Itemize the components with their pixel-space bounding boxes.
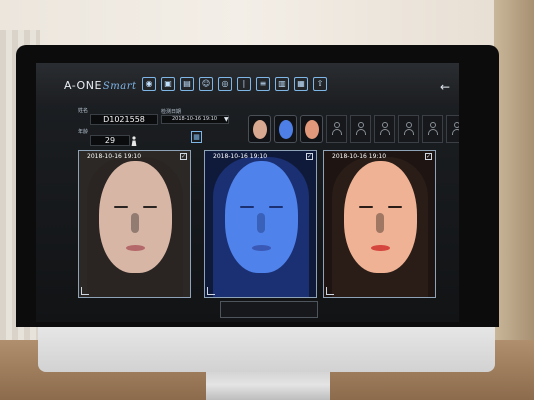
right-eye <box>388 206 402 208</box>
photo-panel-polarized[interactable]: 2018-10-16 19:10 ✓ <box>323 150 436 298</box>
thumbnail-face <box>279 120 293 139</box>
thumbnail-natural[interactable] <box>248 115 271 143</box>
toolbar-icons: ◉ ▣ ▤ ☺ ◎ ∣ ≡ ▥ ▦ ⇧ <box>142 77 327 91</box>
person-placeholder-body <box>380 129 390 135</box>
checkbox-icon[interactable]: ✓ <box>425 153 432 160</box>
thumbnail-polarized[interactable] <box>300 115 323 143</box>
nose <box>376 213 384 233</box>
person-placeholder-body <box>428 129 438 135</box>
print-icon[interactable]: ▥ <box>275 77 289 91</box>
patient-age-field[interactable]: 29 <box>90 135 130 146</box>
panel-timestamp: 2018-10-16 19:10 <box>213 153 268 160</box>
apple-logo-icon <box>250 333 270 357</box>
face-scan-icon[interactable]: ◎ <box>218 77 232 91</box>
empty-slot[interactable] <box>398 115 419 143</box>
lips <box>252 245 271 251</box>
person-placeholder-icon <box>454 122 459 128</box>
name-label: 姓名 <box>78 108 89 114</box>
thumbnail-uv[interactable] <box>274 115 297 143</box>
checkbox-icon[interactable]: ✓ <box>180 153 187 160</box>
left-eye <box>240 206 254 208</box>
checkbox-icon[interactable]: ✓ <box>306 153 313 160</box>
person-placeholder-icon <box>358 122 364 128</box>
photo-panel-natural[interactable]: 2018-10-16 19:10 ✓ <box>78 150 191 298</box>
photo-panel-uv[interactable]: 2018-10-16 19:10 ✓ <box>204 150 317 298</box>
save-icon[interactable]: ▦ <box>294 77 308 91</box>
panel-timestamp: 2018-10-16 19:10 <box>87 153 142 160</box>
person-placeholder-icon <box>334 122 340 128</box>
brand-logo: A-ONE Smart <box>64 79 137 93</box>
left-eye <box>359 206 373 208</box>
lips <box>126 245 145 251</box>
folder-icon[interactable]: ▦ <box>191 131 202 143</box>
empty-slot[interactable] <box>446 115 459 143</box>
person-placeholder-body <box>452 129 459 135</box>
brand-text: A-ONE <box>64 79 102 92</box>
frame-corner <box>207 287 215 295</box>
frame-corner <box>326 287 334 295</box>
report-icon[interactable]: ≡ <box>256 77 270 91</box>
empty-slot[interactable] <box>422 115 443 143</box>
nose <box>257 213 265 233</box>
thumbnail-face <box>305 120 319 139</box>
patient-info: 姓名 D1021558 年龄 29 <box>78 107 158 147</box>
panel-timestamp: 2018-10-16 19:10 <box>332 153 387 160</box>
right-eye <box>269 206 283 208</box>
arrow-left-icon[interactable]: ← <box>440 80 450 94</box>
chevron-down-icon[interactable]: ▼ <box>224 116 229 123</box>
compare-icon[interactable]: ▤ <box>180 77 194 91</box>
age-label: 年龄 <box>78 129 89 135</box>
left-eye <box>114 206 128 208</box>
portrait-icon[interactable]: ☺ <box>199 77 213 91</box>
empty-slot[interactable] <box>350 115 371 143</box>
top-toolbar: A-ONE Smart ◉ ▣ ▤ ☺ ◎ ∣ ≡ ▥ ▦ ⇧ ← <box>36 63 459 105</box>
person-placeholder-body <box>332 129 342 135</box>
camera-icon[interactable]: ◉ <box>142 77 156 91</box>
right-eye <box>143 206 157 208</box>
empty-slot[interactable] <box>326 115 347 143</box>
patient-id-field[interactable]: D1021558 <box>90 114 158 125</box>
person-icon <box>131 136 137 146</box>
lips <box>371 245 390 251</box>
panel-footer <box>220 301 318 318</box>
frame-corner <box>81 287 89 295</box>
empty-slot[interactable] <box>374 115 395 143</box>
person-placeholder-body <box>404 129 414 135</box>
app-screen: A-ONE Smart ◉ ▣ ▤ ☺ ◎ ∣ ≡ ▥ ▦ ⇧ ← 姓名 D1021558 年龄 … <box>36 63 459 322</box>
person-placeholder-body <box>356 129 366 135</box>
date-label: 检测日期 <box>161 109 182 115</box>
capture-thumbnails <box>248 115 459 143</box>
chart-icon[interactable]: ∣ <box>237 77 251 91</box>
image-icon[interactable]: ▣ <box>161 77 175 91</box>
export-icon[interactable]: ⇧ <box>313 77 327 91</box>
thumbnail-face <box>253 120 267 139</box>
brand-script-text: Smart <box>102 81 137 92</box>
person-placeholder-icon <box>406 122 412 128</box>
person-placeholder-icon <box>382 122 388 128</box>
person-placeholder-icon <box>430 122 436 128</box>
nose <box>131 213 139 233</box>
date-select[interactable]: 2018-10-16 19:10 <box>161 115 229 124</box>
